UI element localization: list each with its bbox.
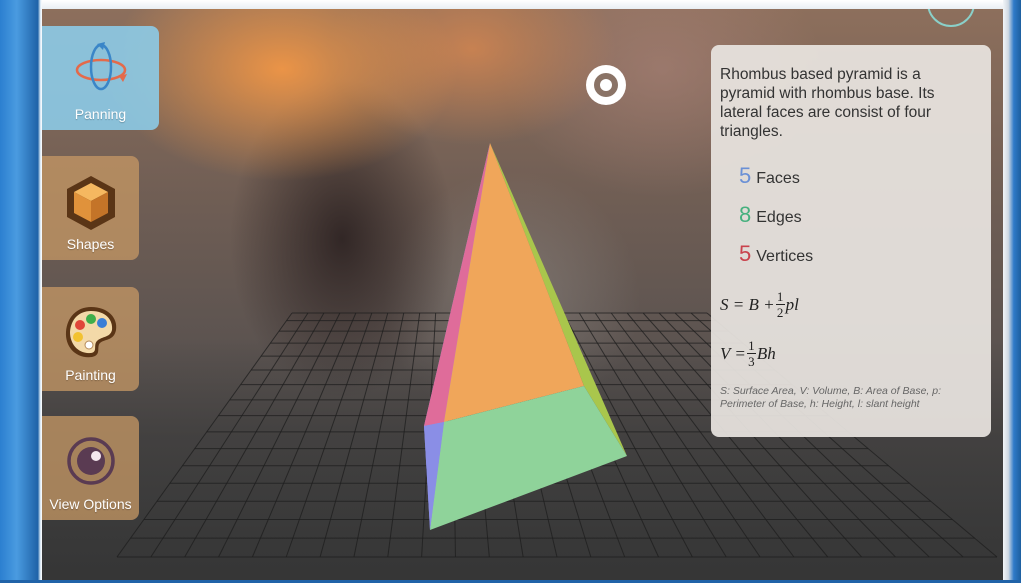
painting-button[interactable]: Painting xyxy=(42,287,139,391)
window-top-border xyxy=(0,0,1021,9)
edges-label: Edges xyxy=(756,209,802,226)
vertices-stat: 5 Vertices xyxy=(739,241,975,280)
cube-icon xyxy=(66,176,115,230)
window-right-border xyxy=(1003,0,1021,583)
view-options-button[interactable]: View Options xyxy=(42,416,139,520)
vertices-label: Vertices xyxy=(756,248,814,265)
painting-label: Painting xyxy=(65,367,116,383)
vertices-count: 5 xyxy=(739,241,752,266)
palette-icon xyxy=(65,307,116,358)
rotate-arrows-icon xyxy=(75,42,127,91)
volume-formula: V = 1 3 Bh xyxy=(720,338,776,369)
shape-info-panel: Rhombus based pyramid is a pyramid with … xyxy=(711,45,991,437)
faces-count: 5 xyxy=(739,163,752,188)
shapes-button[interactable]: Shapes xyxy=(42,156,139,260)
shape-stats: 5 Faces 8 Edges 5 Vertices xyxy=(739,163,975,280)
eye-icon xyxy=(66,437,115,485)
shape-description: Rhombus based pyramid is a pyramid with … xyxy=(720,66,935,140)
surface-area-formula: S = B + 1 2 pl xyxy=(720,289,799,320)
shapes-label: Shapes xyxy=(66,236,115,252)
edges-stat: 8 Edges xyxy=(739,202,975,241)
edges-count: 8 xyxy=(739,202,752,227)
panning-label: Panning xyxy=(74,106,127,122)
faces-stat: 5 Faces xyxy=(739,163,975,202)
faces-label: Faces xyxy=(756,170,800,187)
target-reticle-icon xyxy=(586,65,626,105)
formula-legend: S: Surface Area, V: Volume, B: Area of B… xyxy=(720,385,942,410)
ar-scene-viewport[interactable]: Panning Shapes Painting View Options Rho… xyxy=(42,9,1003,580)
panning-button[interactable]: Panning xyxy=(42,26,159,130)
window-left-border xyxy=(0,0,42,583)
view-options-label: View Options xyxy=(49,496,132,512)
